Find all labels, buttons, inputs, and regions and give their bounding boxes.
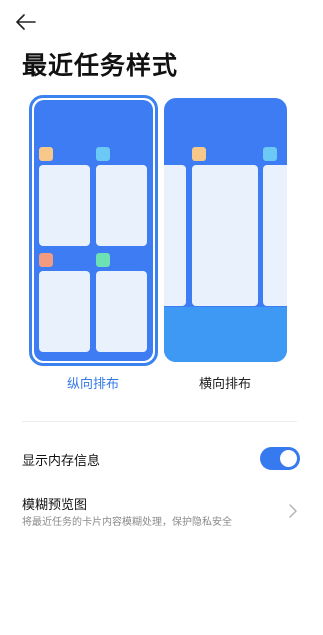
preview-card: [96, 165, 147, 246]
preview-card: [96, 271, 147, 352]
back-button[interactable]: [16, 8, 48, 36]
preview-card: [263, 165, 287, 306]
vertical-preview: [34, 100, 153, 361]
vertical-layout-label[interactable]: 纵向排布: [33, 373, 153, 392]
app-icon: [192, 147, 206, 161]
back-arrow-icon: [16, 14, 36, 30]
blur-preview-subtitle: 将最近任务的卡片内容模糊处理，保护隐私安全: [22, 517, 232, 528]
show-memory-toggle[interactable]: [260, 447, 300, 470]
horizontal-preview: [164, 98, 287, 362]
app-icon: [39, 147, 53, 161]
app-icon: [39, 253, 53, 267]
app-icon: [96, 147, 110, 161]
horizontal-layout-label[interactable]: 横向排布: [165, 373, 285, 392]
show-memory-title: 显示内存信息: [22, 454, 101, 469]
show-memory-row[interactable]: 显示内存信息: [22, 444, 300, 474]
preview-card: [192, 165, 258, 306]
vertical-layout-option[interactable]: [29, 95, 158, 366]
preview-card: [39, 271, 90, 352]
horizontal-layout-option[interactable]: [164, 98, 287, 362]
preview-bottom-band: [164, 307, 287, 362]
preview-card: [164, 165, 186, 306]
blur-preview-title: 模糊预览图: [22, 498, 88, 513]
preview-card: [39, 165, 90, 246]
toggle-knob: [280, 450, 297, 467]
chevron-right-icon: [289, 504, 297, 518]
blur-preview-row[interactable]: 模糊预览图 将最近任务的卡片内容模糊处理，保护隐私安全: [22, 490, 302, 534]
page-title: 最近任务样式: [22, 51, 179, 80]
app-icon: [96, 253, 110, 267]
section-divider: [22, 421, 297, 422]
app-icon: [263, 147, 277, 161]
